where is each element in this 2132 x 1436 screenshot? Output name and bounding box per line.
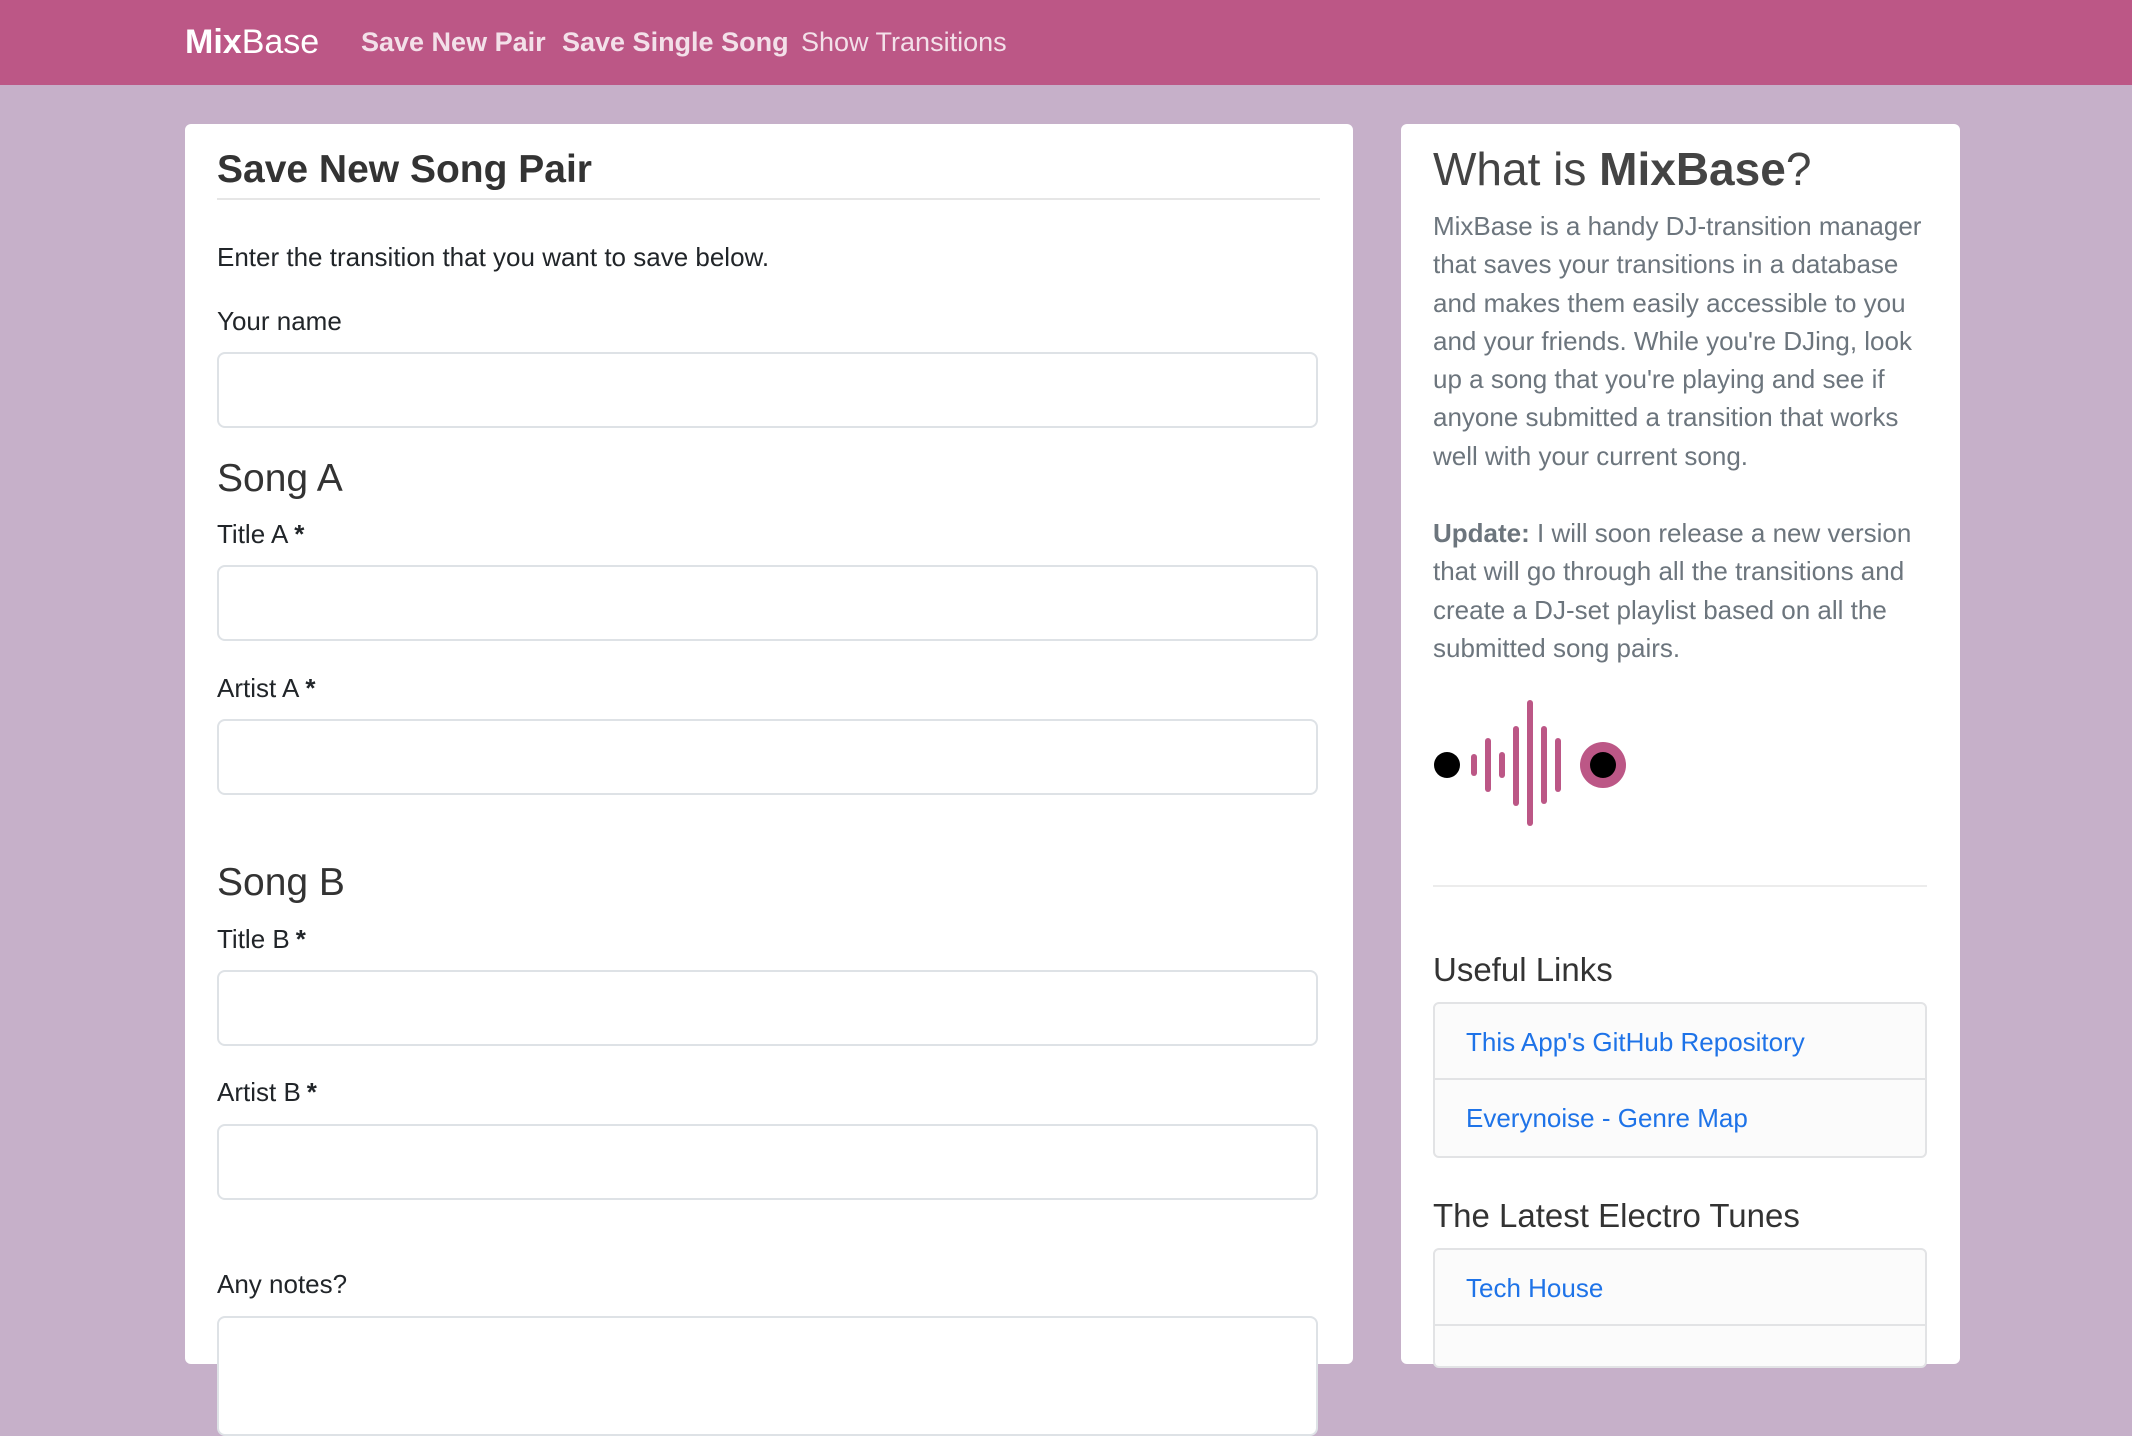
required-marker: * [305,673,316,703]
link-github-repo[interactable]: This App's GitHub Repository [1435,1004,1925,1080]
page-title: Save New Song Pair [217,148,592,191]
nav-show-transitions[interactable]: Show Transitions [801,24,1007,60]
brand-logo[interactable]: MixBase [185,20,319,64]
title-b-label: Title B * [217,922,306,956]
about-sidebar-card: What is MixBase? MixBase is a handy DJ-t… [1401,124,1960,1368]
title-a-label: Title A * [217,517,304,551]
sidebar-title: What is MixBase? [1433,140,1811,198]
notes-label-text: Any notes? [217,1269,348,1299]
navbar: MixBase Save New Pair Save Single Song S… [0,0,2132,85]
artist-a-label-text: Artist A [217,673,300,703]
artist-b-label: Artist B * [217,1075,317,1109]
name-label: Your name [217,304,342,338]
link-everynoise[interactable]: Everynoise - Genre Map [1435,1080,1925,1156]
useful-links-list: This App's GitHub Repository Everynoise … [1433,1002,1927,1158]
nav-save-new-pair[interactable]: Save New Pair [361,24,546,60]
required-marker: * [306,1077,317,1107]
update-label: Update: [1433,518,1530,548]
electro-links-list: Tech House [1433,1248,1927,1368]
sidebar-title-bold: MixBase [1599,143,1786,195]
title-a-input[interactable] [217,565,1318,641]
name-label-text: Your name [217,306,342,336]
required-marker: * [294,519,305,549]
useful-links-heading: Useful Links [1433,951,1613,988]
link-tech-house[interactable]: Tech House [1435,1250,1925,1326]
brand-bold-text: Mix [185,23,242,61]
form-intro: Enter the transition that you want to sa… [217,242,770,272]
sidebar-title-suffix: ? [1785,143,1812,195]
notes-textarea[interactable] [217,1316,1318,1436]
song-pair-form-card: Save New Song Pair Enter the transition … [185,124,1353,1436]
title-a-label-text: Title A [217,519,289,549]
artist-a-input[interactable] [217,719,1318,795]
song-b-heading: Song B [217,861,345,904]
required-marker: * [295,924,306,954]
sidebar-description: MixBase is a handy DJ-transition manager… [1433,211,1922,471]
name-input[interactable] [217,352,1318,428]
soundwave-logo-icon [1434,700,1626,826]
nav-save-single-song[interactable]: Save Single Song [562,24,789,60]
artist-b-input[interactable] [217,1124,1318,1200]
title-b-input[interactable] [217,970,1318,1046]
notes-label: Any notes? [217,1267,347,1301]
title-divider [217,198,1320,200]
song-a-heading: Song A [217,457,343,500]
artist-b-label-text: Artist B [217,1077,301,1107]
title-b-label-text: Title B [217,924,290,954]
sidebar-title-prefix: What is [1433,143,1600,195]
electro-tunes-heading: The Latest Electro Tunes [1433,1197,1800,1234]
brand-rest-text: Base [241,23,320,61]
sidebar-divider [1433,885,1927,887]
sidebar-update: Update: I will soon release a new versio… [1433,514,1933,667]
artist-a-label: Artist A * [217,671,315,705]
